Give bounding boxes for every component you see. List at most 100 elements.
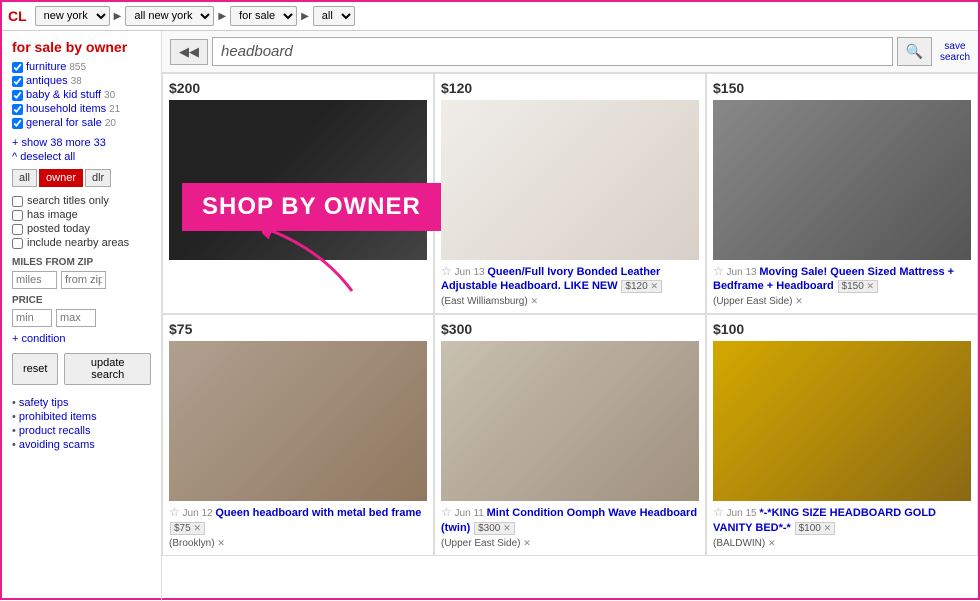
search-submit-button[interactable]: 🔍 [897,37,932,66]
safety-tips-link[interactable]: safety tips [12,397,151,409]
search-back-button[interactable]: ◀◀ [170,39,208,65]
tag-x-3[interactable]: ✕ [867,281,875,291]
listing-image-6 [713,341,971,501]
listing-meta-3: ☆ Jun 13 Moving Sale! Queen Sized Mattre… [713,264,971,294]
listing-meta-5: ☆ Jun 11 Mint Condition Oomph Wave Headb… [441,505,699,535]
price-min-input[interactable] [12,309,52,327]
listing-location-6: (BALDWIN) ✕ [713,538,971,549]
nav-arrow-3: ▶ [301,11,309,22]
location-x-6[interactable]: ✕ [768,538,776,548]
listing-card-5[interactable]: $300 ☆ Jun 11 Mint Condition Oomph Wave … [434,314,706,555]
category-antiques-label[interactable]: antiques [26,75,68,87]
listing-location-3: (Upper East Side) ✕ [713,296,971,307]
listing-card-1[interactable]: $200 [162,73,434,314]
category-general-label[interactable]: general for sale [26,117,102,129]
category-baby: baby & kid stuff 30 [12,89,151,101]
sidebar-links: safety tips prohibited items product rec… [12,397,151,451]
price-row [12,309,151,327]
tag-x-6[interactable]: ✕ [824,523,832,533]
category-antiques-checkbox[interactable] [12,76,23,87]
reset-button[interactable]: reset [12,353,58,385]
location-x-2[interactable]: ✕ [530,296,538,306]
listing-meta-6: ☆ Jun 15 *-*KING SIZE HEADBOARD GOLD VAN… [713,505,971,535]
search-input[interactable] [212,37,893,66]
category-select[interactable]: for sale [230,6,297,26]
listing-card-4[interactable]: $75 ☆ Jun 12 Queen headboard with metal … [162,314,434,555]
listing-card-3[interactable]: $150 ☆ Jun 13 Moving Sale! Queen Sized M… [706,73,978,314]
listing-image-2 [441,100,699,260]
listing-date-6: Jun 15 [727,508,757,519]
listing-card-6[interactable]: $100 ☆ Jun 15 *-*KING SIZE HEADBOARD GOL… [706,314,978,555]
top-nav: CL new york ▶ all new york ▶ for sale ▶ … [2,2,978,31]
filter-nearby-checkbox[interactable] [12,238,23,249]
star-icon-5[interactable]: ☆ [441,505,452,519]
listing-meta-4: ☆ Jun 12 Queen headboard with metal bed … [169,505,427,535]
tag-x-2[interactable]: ✕ [650,281,658,291]
listing-card-2[interactable]: $120 ☆ Jun 13 Queen/Full Ivory Bonded Le… [434,73,706,314]
region-select[interactable]: all new york [125,6,214,26]
category-list: furniture 855 antiques 38 baby & kid stu… [12,61,151,129]
filter-titles-checkbox[interactable] [12,196,23,207]
listing-price-tag-3: $150 ✕ [838,280,879,293]
category-general-checkbox[interactable] [12,118,23,129]
miles-label: MILES FROM ZIP [12,257,151,268]
location-x-5[interactable]: ✕ [523,538,531,548]
prohibited-items-link[interactable]: prohibited items [12,411,151,423]
listing-location-4: (Brooklyn) ✕ [169,538,427,549]
condition-toggle[interactable]: + condition [12,333,151,345]
star-icon-4[interactable]: ☆ [169,505,180,519]
star-icon-6[interactable]: ☆ [713,505,724,519]
filter-options: search titles only has image posted toda… [12,195,151,249]
category-baby-label[interactable]: baby & kid stuff [26,89,101,101]
nav-arrow-2: ▶ [218,11,226,22]
tab-dlr[interactable]: dlr [85,169,111,187]
tab-all[interactable]: all [12,169,37,187]
miles-row [12,271,151,289]
category-furniture-count: 855 [69,62,86,73]
avoiding-scams-link[interactable]: avoiding scams [12,439,151,451]
nav-arrow-1: ▶ [114,11,122,22]
star-icon-2[interactable]: ☆ [441,264,452,278]
product-recalls-link[interactable]: product recalls [12,425,151,437]
sidebar: for sale by owner furniture 855 antiques… [2,31,162,601]
listing-image-3 [713,100,971,260]
filter-today-checkbox[interactable] [12,224,23,235]
search-icon: 🔍 [906,43,923,59]
update-search-button[interactable]: update search [64,353,151,385]
listing-location-5: (Upper East Side) ✕ [441,538,699,549]
listing-title-4[interactable]: Queen headboard with metal bed frame [215,507,421,519]
miles-input[interactable] [12,271,57,289]
category-furniture: furniture 855 [12,61,151,73]
tag-x-4[interactable]: ✕ [193,523,201,533]
category-household-label[interactable]: household items [26,103,106,115]
location-x-4[interactable]: ✕ [217,538,225,548]
listings-grid: $200 $120 ☆ Jun 13 Queen/Full Ivory Bond… [162,73,978,556]
cl-logo: CL [8,8,27,24]
category-general: general for sale 20 [12,117,151,129]
category-baby-checkbox[interactable] [12,90,23,101]
tab-owner[interactable]: owner [39,169,83,187]
listing-date-2: Jun 13 [455,267,485,278]
listing-price-3: $150 [713,80,971,96]
category-furniture-checkbox[interactable] [12,62,23,73]
show-more-link[interactable]: + show 38 more 33 [12,137,151,149]
city-select[interactable]: new york [35,6,110,26]
category-furniture-label[interactable]: furniture [26,61,66,73]
listing-price-6: $100 [713,321,971,337]
zip-input[interactable] [61,271,106,289]
location-x-3[interactable]: ✕ [795,296,803,306]
listing-image-1 [169,100,427,260]
price-max-input[interactable] [56,309,96,327]
listing-price-tag-5: $300 ✕ [474,522,515,535]
deselect-all-link[interactable]: ^ deselect all [12,151,151,163]
subcategory-select[interactable]: all [313,6,355,26]
filter-image-checkbox[interactable] [12,210,23,221]
search-label: search [940,52,970,63]
price-label: PRICE [12,295,151,306]
star-icon-3[interactable]: ☆ [713,264,724,278]
action-row: reset update search [12,353,151,385]
save-search-button[interactable]: save search [940,41,970,63]
tag-x-5[interactable]: ✕ [503,523,511,533]
category-household: household items 21 [12,103,151,115]
category-household-checkbox[interactable] [12,104,23,115]
